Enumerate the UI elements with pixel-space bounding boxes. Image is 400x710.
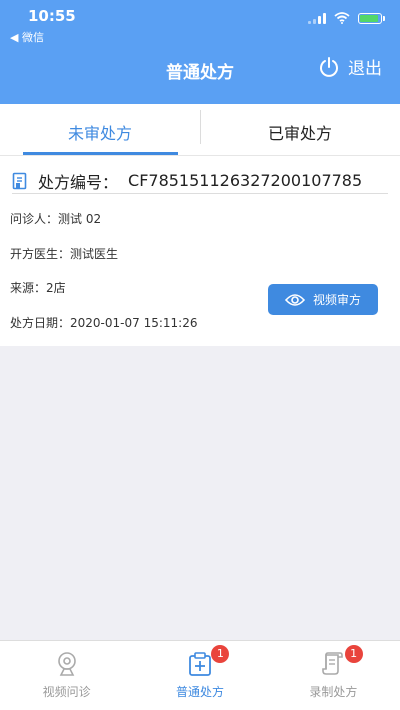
prescription-add-icon [189,652,211,676]
prescription-number-row: 处方编号： CF785151126327200107785 [12,168,388,194]
logout-button[interactable]: 退出 [318,54,382,79]
source-label: 来源： [10,281,47,295]
date-row: 处方日期：2020-01-07 15:11:26 [10,314,197,331]
prescription-card[interactable]: 处方编号： CF785151126327200107785 问诊人：测试 02 … [0,156,400,346]
eye-icon [284,293,305,306]
notification-badge: 1 [344,645,363,663]
wifi-icon [334,12,350,24]
nav-regular-prescription-label: 普通处方 [175,685,224,699]
nav-video-consult[interactable]: 视频问诊 [0,641,133,710]
tab-unreviewed[interactable]: 未审处方 [0,104,200,155]
patient-value: 测试 02 [58,212,102,226]
date-label: 处方日期： [10,316,71,330]
tab-reviewed[interactable]: 已审处方 [200,104,400,155]
doctor-row: 开方医生：测试医生 [10,245,118,262]
source-row: 来源：2店 [10,279,66,296]
doctor-value: 测试医生 [70,247,119,261]
source-value: 2店 [46,281,66,295]
signal-icon [308,12,326,24]
power-icon [320,56,338,77]
nav-recorded-prescription[interactable]: 录制处方 1 [267,641,400,710]
webcam-icon [57,652,76,676]
doctor-label: 开方医生： [10,247,71,261]
back-to-app-link[interactable]: ◀ 微信 [10,29,44,45]
status-time: 10:55 [28,7,76,25]
video-review-label: 视频审方 [312,293,361,307]
prescription-number-label: 处方编号： [38,172,119,192]
nav-video-consult-label: 视频问诊 [42,685,91,699]
battery-icon [358,12,385,24]
patient-label: 问诊人： [10,212,59,226]
status-icons [308,12,385,24]
date-value: 2020-01-07 15:11:26 [70,316,198,330]
nav-recorded-prescription-label: 录制处方 [309,685,358,699]
video-review-button[interactable]: 视频审方 [268,284,378,315]
tab-divider [200,110,201,144]
document-icon [12,172,27,189]
scroll-icon [322,652,344,675]
logout-label: 退出 [348,59,382,79]
header: 10:55 ◀ 微信 普通处方 退出 [0,0,400,104]
nav-regular-prescription[interactable]: 普通处方 1 [133,641,266,710]
bottom-nav: 视频问诊 普通处方 1 录制处方 1 [0,640,400,710]
prescription-number: CF785151126327200107785 [128,171,363,190]
patient-row: 问诊人：测试 02 [10,210,101,227]
notification-badge: 1 [211,645,230,663]
